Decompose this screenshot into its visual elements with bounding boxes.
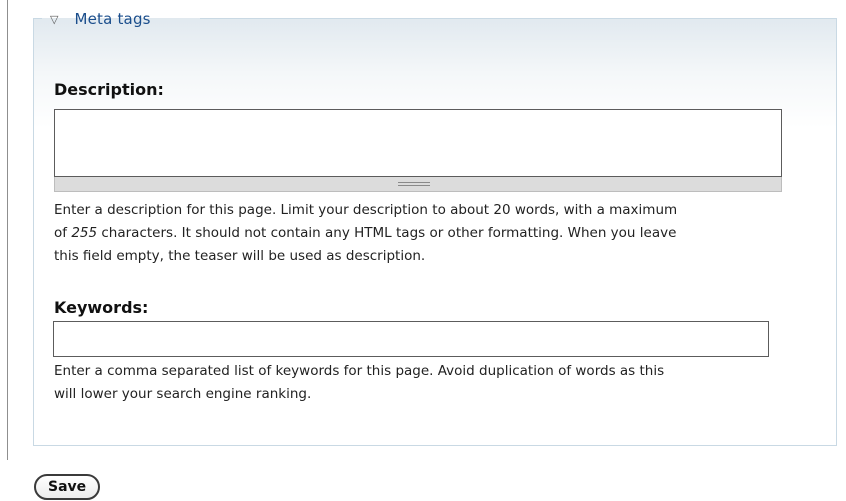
save-button[interactable]: Save: [34, 474, 101, 500]
help-text: characters. It should not contain any HT…: [97, 225, 677, 241]
keywords-label: Keywords:: [54, 298, 149, 317]
triangle-down-icon[interactable]: ▽: [50, 14, 58, 25]
grip-lines-icon[interactable]: [398, 182, 430, 186]
keywords-help-line: Enter a comma separated list of keywords…: [54, 363, 665, 379]
description-help-line: of 255 characters. It should not contain…: [54, 222, 676, 244]
description-label: Description:: [54, 80, 164, 99]
description-help-line: Enter a description for this page. Limit…: [54, 202, 678, 218]
textarea-resize-handle[interactable]: [54, 177, 782, 192]
keywords-input[interactable]: [53, 321, 769, 357]
character-limit: 255: [71, 225, 98, 241]
description-textarea[interactable]: [54, 109, 782, 177]
fieldset-legend-label[interactable]: Meta tags: [74, 10, 150, 28]
fieldset-top-border: [200, 18, 837, 19]
fieldset-legend[interactable]: ▽ Meta tags: [50, 8, 151, 30]
left-border-line: [7, 0, 8, 460]
help-text: of: [54, 225, 72, 241]
page: ▽ Meta tags Description: Enter a descrip…: [0, 0, 846, 501]
fieldset-top-border: [33, 18, 42, 19]
description-help-line: this field empty, the teaser will be use…: [54, 248, 426, 264]
keywords-help-line: will lower your search engine ranking.: [54, 386, 312, 402]
